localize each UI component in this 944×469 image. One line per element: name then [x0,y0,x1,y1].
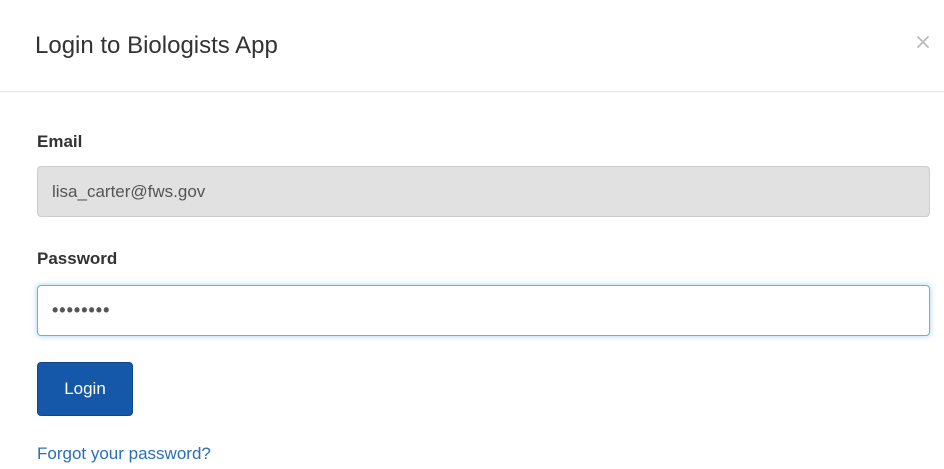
close-icon[interactable]: × [910,28,936,58]
dialog-title: Login to Biologists App [35,32,278,59]
login-button[interactable]: Login [37,362,133,416]
email-field[interactable] [37,166,930,217]
login-dialog: Login to Biologists App × Email Password… [0,0,944,469]
forgot-password-link[interactable]: Forgot your password? [37,444,211,464]
dialog-header: Login to Biologists App × [0,0,944,92]
email-label: Email [37,132,83,151]
password-field[interactable] [37,285,930,336]
password-label: Password [37,249,118,268]
